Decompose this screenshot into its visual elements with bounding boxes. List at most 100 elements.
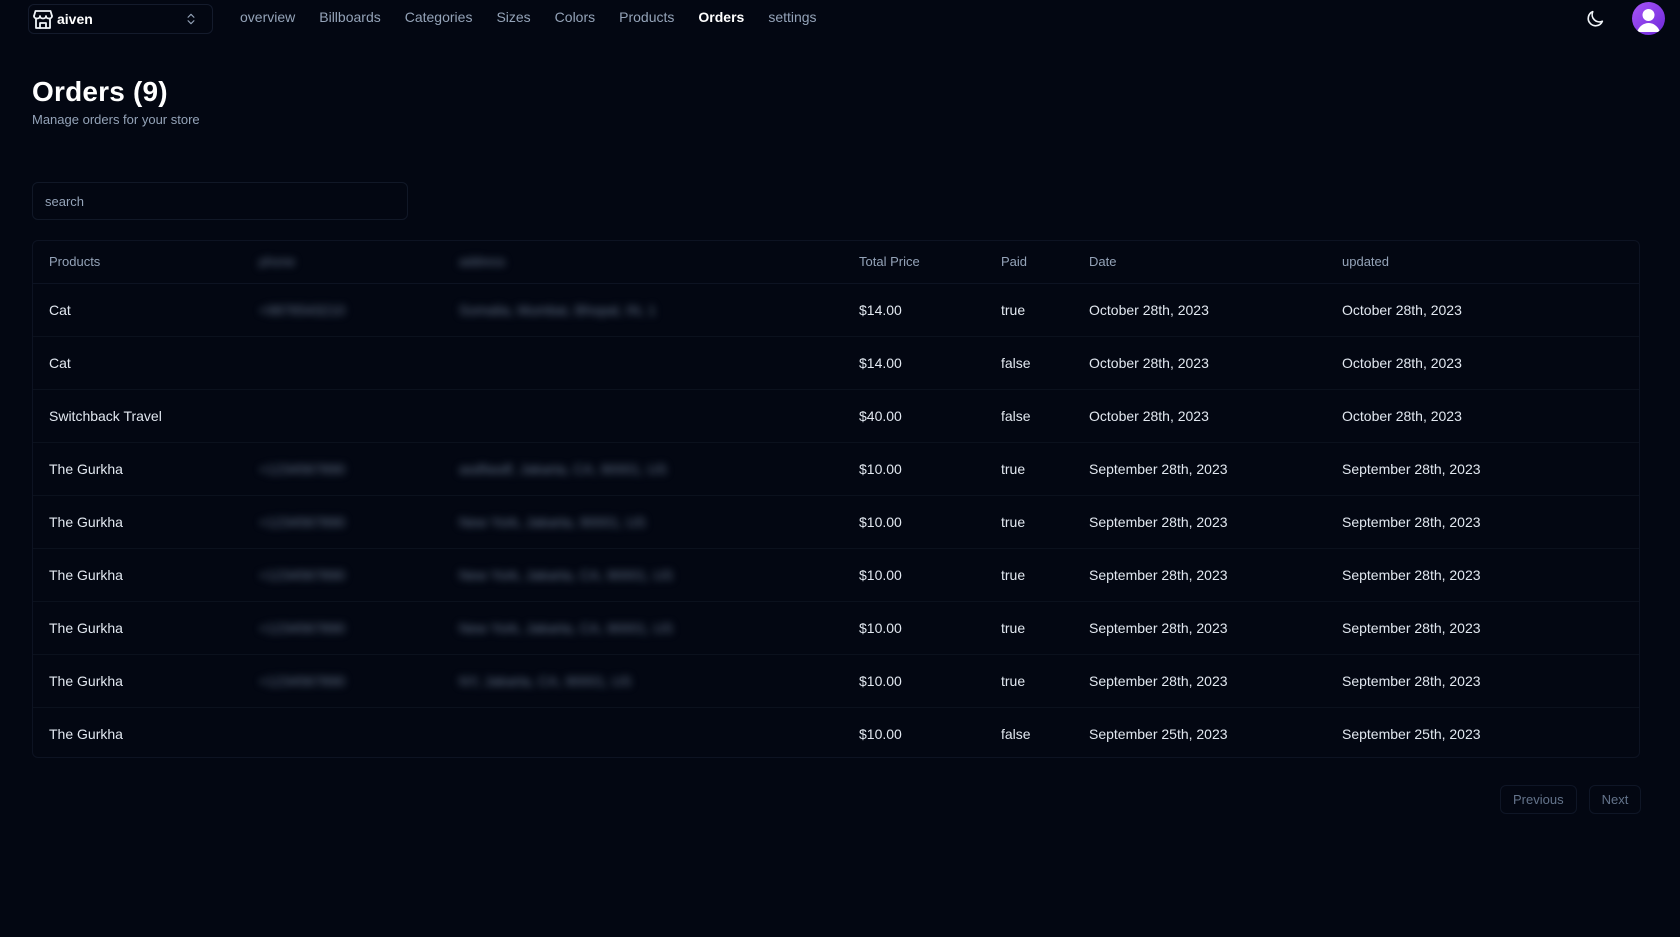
cell-date: September 28th, 2023 (1073, 495, 1326, 549)
cell-updated: September 28th, 2023 (1326, 442, 1639, 496)
cell-phone: +1234567890 (243, 495, 443, 549)
cell-date: October 28th, 2023 (1073, 336, 1326, 390)
cell-date: September 28th, 2023 (1073, 442, 1326, 496)
cell-address: asdfasdf, Jakarta, CA, 90001, US (443, 442, 843, 496)
cell-address (443, 707, 843, 760)
cell-product: Cat (33, 336, 243, 390)
search-input[interactable] (33, 183, 407, 219)
cell-date: September 25th, 2023 (1089, 725, 1228, 742)
cell-address (443, 336, 843, 390)
cell-address: Somalia, Mumbai, Bhopal, IN, 1 (443, 283, 843, 337)
col-header-products[interactable]: Products (33, 241, 243, 284)
cell-updated: September 25th, 2023 (1342, 725, 1481, 742)
cell-address: New York, Jakarta, CA, 90001, US (443, 548, 843, 602)
cell-paid: true (985, 654, 1073, 708)
nav-orders[interactable]: Orders (698, 9, 744, 25)
cell-phone (243, 389, 443, 443)
cell-paid: false (985, 336, 1073, 390)
page-title: Orders (9) (32, 76, 168, 107)
table-row[interactable]: The Gurkha +1234567890 asdfasdf, Jakarta… (33, 442, 1639, 496)
cell-updated: September 28th, 2023 (1326, 654, 1639, 708)
cell-updated: October 28th, 2023 (1326, 389, 1639, 443)
cell-address: New York, Jakarta, 90001, US (443, 495, 843, 549)
cell-date: October 28th, 2023 (1073, 389, 1326, 443)
table-header-row: Products phone address Total Price Paid … (33, 241, 1639, 284)
table-row[interactable]: Cat $14.00 false October 28th, 2023 Octo… (33, 336, 1639, 390)
cell-price: $10.00 (843, 654, 985, 708)
nav-overview[interactable]: overview (240, 9, 295, 25)
store-icon (31, 7, 55, 31)
table-row[interactable]: The Gurkha +1234567890 New York, Jakarta… (33, 548, 1639, 602)
cell-updated: October 28th, 2023 (1326, 336, 1639, 390)
table-row[interactable]: The Gurkha +1234567890 New York, Jakarta… (33, 495, 1639, 549)
table-row[interactable]: Switchback Travel $40.00 false October 2… (33, 389, 1639, 443)
cell-updated: September 28th, 2023 (1326, 495, 1639, 549)
col-header-paid[interactable]: Paid (985, 241, 1073, 284)
cell-paid: true (985, 283, 1073, 337)
cell-paid: true (985, 601, 1073, 655)
cell-price: $10.00 (843, 548, 985, 602)
cell-paid: true (985, 495, 1073, 549)
chevrons-up-down-icon (184, 12, 198, 26)
cell-product: The Gurkha (33, 495, 243, 549)
col-header-updated[interactable]: updated (1326, 241, 1639, 284)
col-header-phone[interactable]: phone (243, 241, 443, 284)
main-nav: overview Billboards Categories Sizes Col… (240, 9, 841, 25)
cell-price: $10.00 (843, 601, 985, 655)
moon-icon[interactable] (1584, 8, 1606, 30)
cell-phone: +1234567890 (243, 654, 443, 708)
nav-colors[interactable]: Colors (555, 9, 595, 25)
table-row[interactable]: Cat +9876543210 Somalia, Mumbai, Bhopal,… (33, 283, 1639, 337)
next-button[interactable]: Next (1588, 785, 1642, 814)
store-switcher[interactable]: aiven (28, 4, 213, 34)
cell-paid: true (985, 442, 1073, 496)
cell-product: Cat (33, 283, 243, 337)
cell-price: $40.00 (843, 389, 985, 443)
cell-product: The Gurkha (33, 442, 243, 496)
orders-table: Products phone address Total Price Paid … (33, 241, 1639, 760)
nav-sizes[interactable]: Sizes (496, 9, 530, 25)
cell-price: $14.00 (843, 283, 985, 337)
nav-billboards[interactable]: Billboards (319, 9, 380, 25)
cell-price: $10.00 (859, 725, 902, 742)
cell-product: Switchback Travel (33, 389, 243, 443)
cell-paid: false (985, 389, 1073, 443)
cell-updated: September 28th, 2023 (1326, 601, 1639, 655)
cell-price: $10.00 (843, 442, 985, 496)
cell-phone: +1234567890 (243, 548, 443, 602)
col-header-address[interactable]: address (443, 241, 843, 284)
previous-button[interactable]: Previous (1500, 785, 1577, 814)
col-header-date[interactable]: Date (1073, 241, 1326, 284)
table-row[interactable]: The Gurkha $10.00 false September 25th, … (33, 707, 1639, 760)
search-box (32, 182, 408, 220)
user-avatar-icon[interactable] (1632, 2, 1665, 35)
cell-price: $10.00 (843, 495, 985, 549)
cell-updated: September 28th, 2023 (1326, 548, 1639, 602)
cell-product: The Gurkha (33, 548, 243, 602)
cell-product: The Gurkha (33, 654, 243, 708)
cell-paid: false (1001, 725, 1031, 742)
cell-updated: October 28th, 2023 (1326, 283, 1639, 337)
cell-phone (243, 336, 443, 390)
cell-paid: true (985, 548, 1073, 602)
cell-address (443, 389, 843, 443)
table-row[interactable]: The Gurkha +1234567890 New York, Jakarta… (33, 601, 1639, 655)
cell-phone (243, 707, 443, 760)
cell-date: September 28th, 2023 (1073, 654, 1326, 708)
cell-phone: +9876543210 (243, 283, 443, 337)
col-header-total-price[interactable]: Total Price (843, 241, 985, 284)
cell-price: $14.00 (843, 336, 985, 390)
cell-phone: +1234567890 (243, 601, 443, 655)
page-description: Manage orders for your store (32, 112, 200, 127)
cell-product: The Gurkha (49, 725, 123, 742)
nav-categories[interactable]: Categories (405, 9, 473, 25)
pagination: Previous Next (1500, 785, 1642, 814)
top-navbar: aiven overview Billboards Categories Siz… (0, 0, 1680, 38)
table-row[interactable]: The Gurkha +1234567890 NY, Jakarta, CA, … (33, 654, 1639, 708)
nav-products[interactable]: Products (619, 9, 674, 25)
cell-phone: +1234567890 (243, 442, 443, 496)
nav-settings[interactable]: settings (768, 9, 816, 25)
cell-date: September 28th, 2023 (1073, 601, 1326, 655)
cell-date: September 28th, 2023 (1073, 548, 1326, 602)
cell-address: New York, Jakarta, CA, 90001, US (443, 601, 843, 655)
